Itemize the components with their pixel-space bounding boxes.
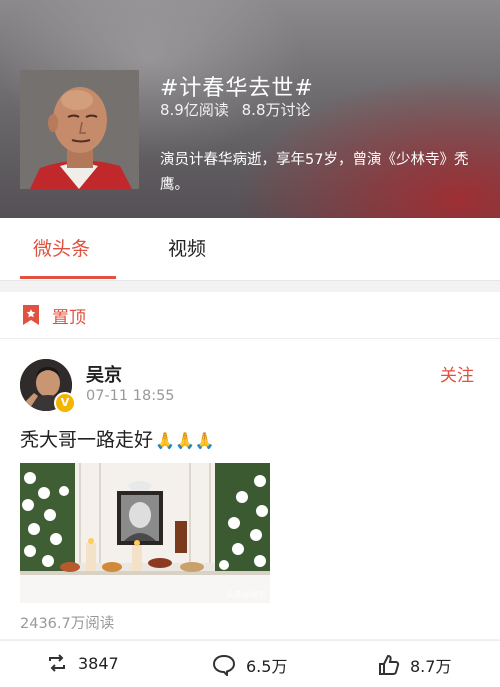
verified-badge-icon: V bbox=[54, 392, 76, 414]
comment-button[interactable]: 6.5万 bbox=[212, 653, 287, 677]
tab-micro-headlines[interactable]: 微头条 bbox=[33, 234, 90, 261]
active-tab-indicator bbox=[20, 276, 116, 279]
praying-hands-icon: 🙏🙏🙏 bbox=[155, 431, 215, 450]
like-button[interactable]: 8.7万 bbox=[378, 653, 451, 677]
repost-button[interactable]: 3847 bbox=[46, 653, 119, 673]
memorial-photo bbox=[20, 463, 270, 603]
tab-bar: 微头条 视频 bbox=[0, 218, 500, 281]
like-count: 8.7万 bbox=[410, 657, 452, 676]
post-timestamp: 07-11 18:55 bbox=[86, 388, 175, 404]
image-watermark: 头条@吴京 bbox=[226, 590, 266, 599]
repost-count: 3847 bbox=[78, 653, 119, 673]
topic-discussion-count: 8.8万讨论 bbox=[241, 101, 311, 119]
topic-cover-photo bbox=[20, 70, 139, 189]
post-text: 秃大哥一路走好 🙏🙏🙏 bbox=[20, 425, 215, 452]
follow-button[interactable]: 关注 bbox=[440, 361, 474, 386]
post-image[interactable]: 头条@吴京 bbox=[20, 463, 270, 603]
pinned-header: 置顶 bbox=[0, 292, 500, 339]
bookmark-icon bbox=[23, 305, 39, 325]
post-text-body: 秃大哥一路走好 bbox=[20, 429, 154, 451]
post-action-bar: 3847 6.5万 8.7万 bbox=[0, 640, 500, 687]
topic-description: 演员计春华病逝，享年57岁，曾演《少林寺》秃鹰。 bbox=[160, 152, 469, 193]
repost-icon bbox=[49, 654, 65, 672]
topic-stats: 8.9亿阅读 8.8万讨论 bbox=[160, 99, 319, 120]
comment-count: 6.5万 bbox=[246, 657, 288, 676]
thumbs-up-icon bbox=[379, 654, 400, 675]
post-author-name[interactable]: 吴京 bbox=[86, 361, 122, 387]
post-card[interactable]: V 吴京 07-11 18:55 关注 秃大哥一路走好 🙏🙏🙏 头条@吴京 24… bbox=[0, 339, 500, 639]
tab-videos[interactable]: 视频 bbox=[168, 234, 206, 261]
portrait-image bbox=[20, 70, 139, 189]
topic-header: #计春华去世# 8.9亿阅读 8.8万讨论 演员计春华病逝，享年57岁，曾演《少… bbox=[0, 0, 500, 218]
topic-title: #计春华去世# bbox=[160, 76, 314, 101]
comment-icon bbox=[212, 654, 236, 676]
topic-read-count: 8.9亿阅读 bbox=[160, 101, 229, 119]
pinned-label: 置顶 bbox=[52, 308, 86, 328]
post-read-count: 2436.7万阅读 bbox=[20, 616, 115, 632]
